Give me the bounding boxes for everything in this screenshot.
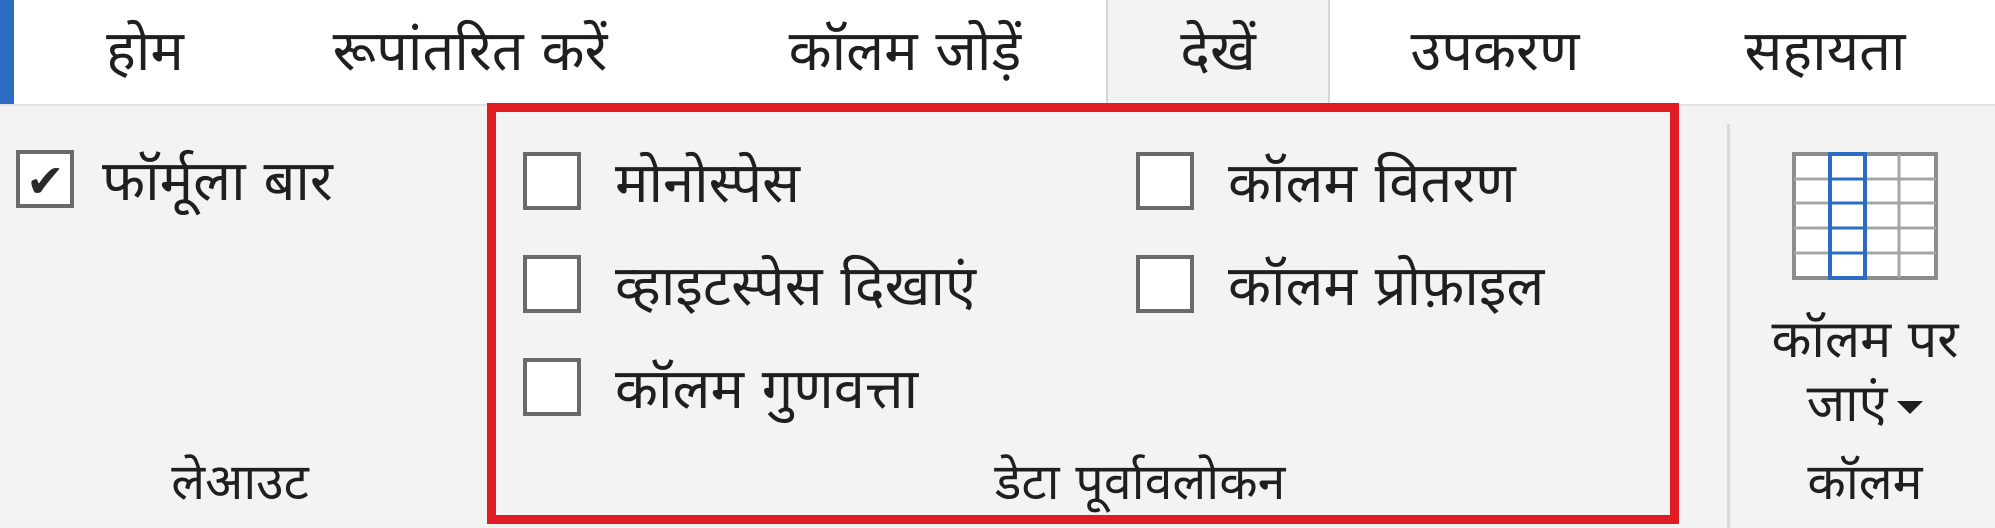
columns-group-label: कॉलम bbox=[1807, 453, 1923, 511]
monospace-option[interactable]: मोनोस्पेस bbox=[523, 143, 800, 219]
tab-home[interactable]: होम bbox=[40, 0, 250, 104]
go-to-column-label: कॉलम पर जाएं bbox=[1745, 308, 1985, 436]
go-to-column-line2-row: जाएं bbox=[1745, 372, 1985, 436]
show-whitespace-checkbox[interactable] bbox=[523, 255, 581, 313]
accent-stripe bbox=[0, 0, 14, 104]
formula-bar-label: फॉर्मूला बार bbox=[102, 149, 333, 214]
column-distribution-checkbox[interactable] bbox=[1136, 152, 1194, 210]
tab-add-column[interactable]: कॉलम जोड़ें bbox=[740, 0, 1070, 104]
show-whitespace-label: व्हाइटस्पेस दिखाएं bbox=[615, 254, 976, 319]
go-to-column-button[interactable]: कॉलम पर जाएं bbox=[1745, 130, 1985, 440]
tab-help[interactable]: सहायता bbox=[1690, 0, 1960, 104]
ribbon-view-panel: ✔ फॉर्मूला बार लेआउट मोनोस्पेस व्हाइटस्प… bbox=[0, 106, 1995, 528]
tab-transform[interactable]: रूपांतरित करें bbox=[290, 0, 650, 104]
column-distribution-option[interactable]: कॉलम वितरण bbox=[1136, 143, 1516, 219]
tab-view[interactable]: देखें bbox=[1106, 0, 1330, 106]
formula-bar-option[interactable]: ✔ फॉर्मूला बार bbox=[16, 141, 333, 217]
data-preview-group-label: डेटा पूर्वावलोकन bbox=[994, 453, 1286, 511]
go-to-column-line2: जाएं bbox=[1806, 374, 1888, 434]
column-profile-option[interactable]: कॉलम प्रोफ़ाइल bbox=[1136, 246, 1544, 322]
column-profile-label: कॉलम प्रोफ़ाइल bbox=[1228, 254, 1545, 319]
chevron-down-icon bbox=[1897, 400, 1924, 414]
checkmark-icon: ✔ bbox=[26, 154, 65, 208]
column-quality-checkbox[interactable] bbox=[523, 358, 581, 416]
ribbon-tab-bar: होम रूपांतरित करें कॉलम जोड़ें देखें उपक… bbox=[0, 0, 1995, 106]
tab-tools[interactable]: उपकरण bbox=[1370, 0, 1620, 104]
column-quality-option[interactable]: कॉलम गुणवत्ता bbox=[523, 349, 918, 425]
monospace-checkbox[interactable] bbox=[523, 152, 581, 210]
show-whitespace-option[interactable]: व्हाइटस्पेस दिखाएं bbox=[523, 246, 976, 322]
go-to-column-line1: कॉलम पर bbox=[1771, 310, 1959, 370]
formula-bar-checkbox[interactable]: ✔ bbox=[16, 150, 74, 208]
monospace-label: मोनोस्पेस bbox=[615, 151, 801, 216]
column-quality-label: कॉलम गुणवत्ता bbox=[615, 357, 919, 422]
layout-group-label: लेआउट bbox=[171, 453, 309, 511]
column-profile-checkbox[interactable] bbox=[1136, 255, 1194, 313]
table-column-icon bbox=[1792, 152, 1938, 280]
column-distribution-label: कॉलम वितरण bbox=[1228, 151, 1516, 216]
group-divider bbox=[1727, 124, 1730, 528]
